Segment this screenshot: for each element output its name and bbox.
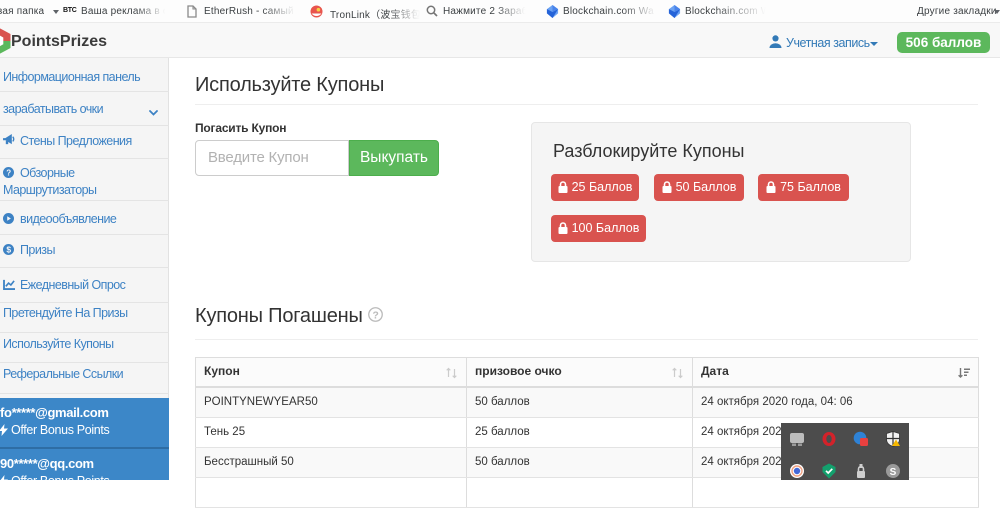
svg-text:?: ? xyxy=(6,168,11,177)
svg-text:S: S xyxy=(890,467,897,478)
svg-text:$: $ xyxy=(6,244,11,254)
svg-text:?: ? xyxy=(372,310,378,321)
